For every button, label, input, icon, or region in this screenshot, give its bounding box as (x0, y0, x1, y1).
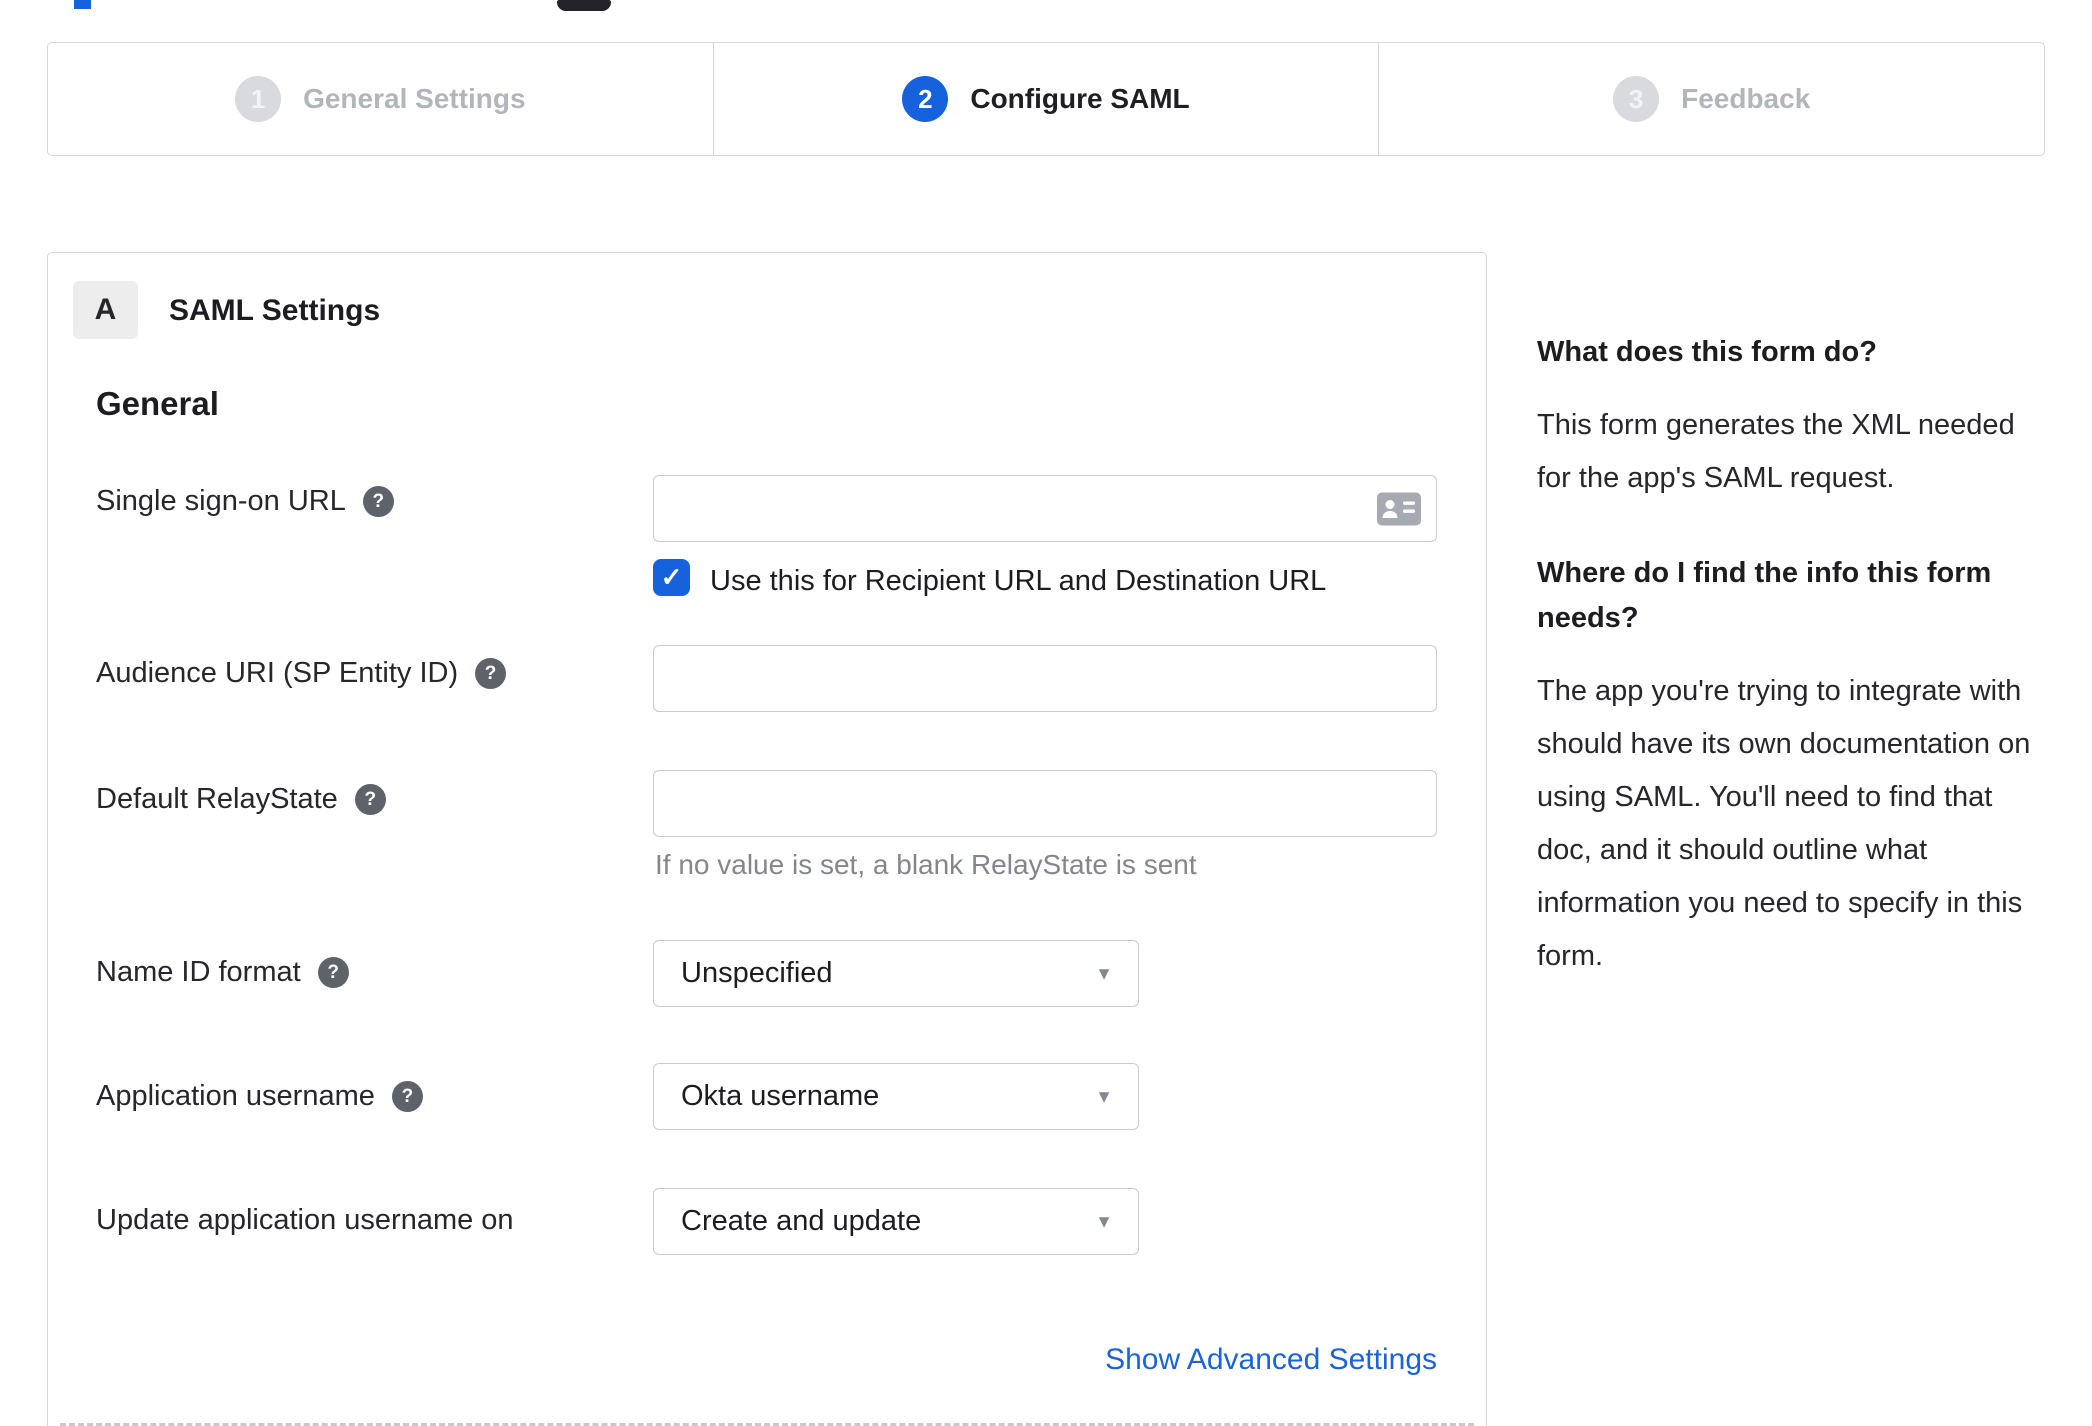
update-app-username-select[interactable]: Create and update ▼ (653, 1188, 1139, 1255)
step-number-badge: 3 (1613, 76, 1660, 122)
update-app-username-label: Update application username on (96, 1204, 514, 1237)
name-id-format-select[interactable]: Unspecified ▼ (653, 940, 1139, 1007)
step-configure-saml[interactable]: 2 Configure SAML (712, 43, 1379, 155)
use-for-recipient-checkbox-label: Use this for Recipient URL and Destinati… (710, 565, 1327, 597)
audience-uri-input[interactable] (653, 645, 1437, 712)
default-relaystate-label-text: Default RelayState (96, 783, 338, 815)
step-feedback[interactable]: 3 Feedback (1378, 43, 2044, 155)
help-icon[interactable]: ? (391, 1081, 423, 1112)
contact-card-icon[interactable] (1377, 492, 1421, 525)
section-title: SAML Settings (169, 294, 381, 327)
default-relaystate-label: Default RelayState ? (96, 783, 386, 816)
help-question-2: Where do I find the info this form needs… (1537, 557, 1992, 634)
audience-uri-input-wrap (653, 645, 1437, 712)
default-relaystate-input-wrap (653, 770, 1437, 837)
dropdown-caret-icon: ▼ (1095, 1086, 1113, 1106)
help-icon[interactable]: ? (317, 957, 349, 988)
sso-url-input-wrap (653, 475, 1437, 542)
default-relaystate-input[interactable] (653, 770, 1437, 837)
cropped-page-title-fragment (557, 0, 611, 11)
sso-url-label: Single sign-on URL ? (96, 485, 394, 518)
show-advanced-settings-link[interactable]: Show Advanced Settings (653, 1343, 1437, 1377)
audience-uri-label: Audience URI (SP Entity ID) ? (96, 657, 507, 690)
selected-value: Okta username (681, 1080, 880, 1112)
wizard-stepper: 1 General Settings 2 Configure SAML 3 Fe… (47, 42, 2045, 156)
step-number-badge: 2 (902, 76, 949, 122)
name-id-format-label: Name ID format ? (96, 956, 349, 989)
use-for-recipient-checkbox[interactable]: ✓ (653, 559, 690, 596)
checkmark-icon: ✓ (660, 562, 683, 592)
update-app-username-label-text: Update application username on (96, 1204, 514, 1236)
application-username-label-text: Application username (96, 1080, 375, 1112)
selected-value: Unspecified (681, 957, 833, 989)
step-label: Feedback (1681, 83, 1811, 114)
sso-url-input[interactable] (653, 475, 1437, 542)
help-icon[interactable]: ? (354, 784, 386, 815)
general-heading: General (96, 385, 219, 422)
help-sidebar: What does this form do? This form genera… (1537, 330, 2042, 1029)
section-a-badge: A (73, 281, 138, 339)
saml-settings-panel: A SAML Settings General Single sign-on U… (47, 252, 1487, 1426)
selected-value: Create and update (681, 1205, 922, 1237)
dropdown-caret-icon: ▼ (1095, 1211, 1113, 1231)
name-id-format-label-text: Name ID format (96, 956, 301, 988)
sso-url-label-text: Single sign-on URL (96, 485, 346, 517)
relaystate-helper-text: If no value is set, a blank RelayState i… (655, 849, 1197, 880)
step-number-badge: 1 (235, 76, 282, 122)
cropped-link-fragment (74, 0, 91, 9)
step-general-settings[interactable]: 1 General Settings (48, 43, 713, 155)
audience-uri-label-text: Audience URI (SP Entity ID) (96, 657, 459, 689)
help-answer-2: The app you're trying to integrate with … (1537, 675, 2031, 972)
help-answer-1: This form generates the XML needed for t… (1537, 409, 2015, 494)
application-username-label: Application username ? (96, 1080, 423, 1113)
dropdown-caret-icon: ▼ (1095, 963, 1113, 983)
help-question-1: What does this form do? (1537, 336, 1877, 368)
help-icon[interactable]: ? (475, 658, 507, 689)
step-label: General Settings (303, 83, 526, 114)
help-icon[interactable]: ? (362, 486, 394, 517)
step-label: Configure SAML (970, 83, 1190, 114)
application-username-select[interactable]: Okta username ▼ (653, 1063, 1139, 1130)
